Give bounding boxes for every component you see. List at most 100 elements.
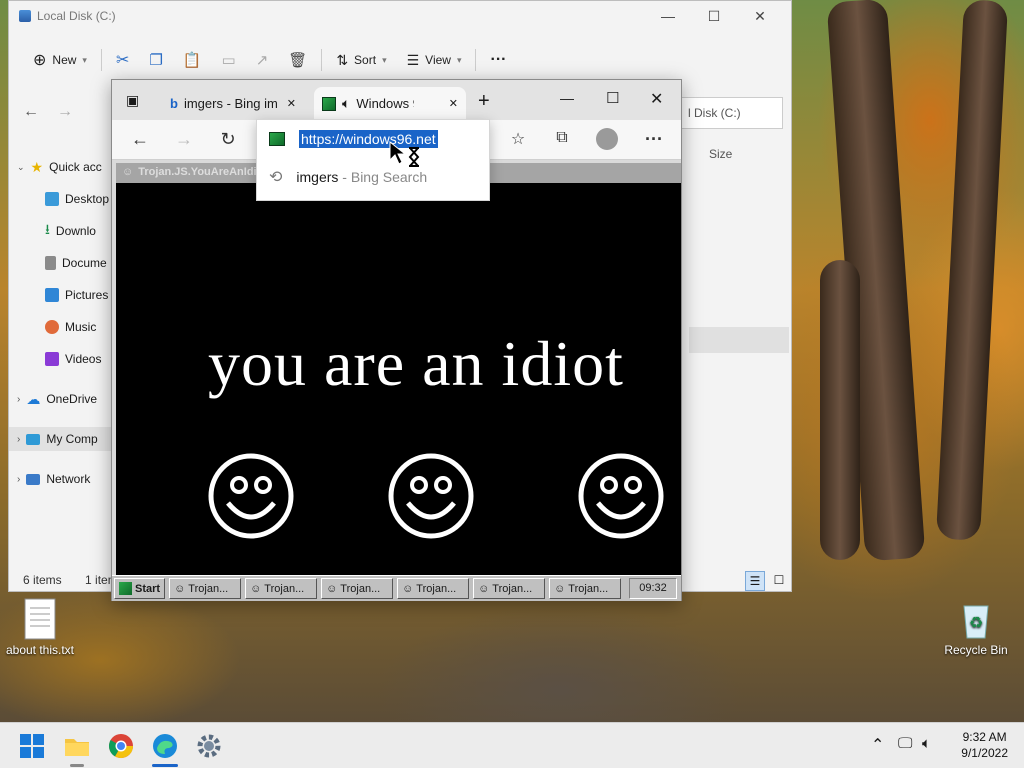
pictures-icon [45, 288, 59, 302]
close-tab-icon[interactable]: ✕ [449, 97, 458, 110]
suggestion-suffix: - Bing Search [338, 169, 428, 185]
win96-task-button[interactable]: ☺ Trojan... [169, 578, 242, 599]
forward-arrow-icon[interactable]: → [57, 103, 73, 121]
taskbar-date: 9/1/2022 [961, 746, 1008, 760]
chevron-down-icon: ⌄ [17, 161, 25, 172]
sidebar-item-network[interactable]: › Network [17, 467, 113, 491]
maximize-button[interactable]: ☐ [606, 89, 619, 107]
videos-icon [45, 352, 59, 366]
minimize-button[interactable]: — [560, 90, 574, 106]
forward-arrow-icon[interactable]: → [172, 129, 196, 150]
tab-actions-icon[interactable]: ▣ [126, 92, 139, 109]
rename-button[interactable]: ▭ [216, 45, 242, 75]
history-icon: ⟲ [269, 169, 283, 186]
windows-start-icon[interactable] [18, 732, 46, 760]
share-button[interactable]: ↗ [250, 45, 275, 75]
explorer-command-bar: ⊕ New ▾ ✂ ❐ 📋 ▭ ↗ 🗑 ⇅ Sort ▾ ☰ View ▾ ··· [9, 41, 791, 79]
windows96-logo-icon [119, 582, 132, 595]
explorer-window-controls: — ☐ ✕ [645, 5, 783, 27]
explorer-address-bar[interactable]: l Disk (C:) [679, 97, 783, 129]
cloud-icon: ☁ [26, 390, 41, 407]
share-icon: ↗ [255, 52, 269, 69]
win96-task-button[interactable]: ☺ Trojan... [549, 578, 622, 599]
ellipsis-icon: ··· [490, 51, 507, 68]
sidebar-item-videos[interactable]: Videos [45, 347, 111, 371]
refresh-icon[interactable]: ↻ [216, 129, 240, 150]
address-suggestions-dropdown: https://windows96.net ⟲ imgers - Bing Se… [256, 119, 490, 201]
back-arrow-icon[interactable]: ← [23, 103, 39, 121]
sidebar-item-quick-access[interactable]: ⌄ ★ Quick acc [17, 155, 113, 179]
chrome-icon[interactable] [107, 732, 135, 760]
close-tab-icon[interactable]: ✕ [287, 97, 296, 110]
desktop-icon-label: Recycle Bin [944, 643, 1008, 657]
mouse-cursor-icon [389, 140, 420, 167]
sidebar-item-documents[interactable]: Docume [45, 251, 111, 275]
win96-task-button[interactable]: ☺ Trojan... [473, 578, 546, 599]
windows96-logo-icon [322, 96, 336, 111]
sidebar-item-my-computer[interactable]: › My Comp [9, 427, 111, 451]
sidebar-item-pictures[interactable]: Pictures [45, 283, 111, 307]
network-status-icon[interactable]: 🖵 [898, 735, 912, 752]
tiles-view-button[interactable]: ☐ [769, 571, 789, 591]
speaker-icon[interactable]: 🔈︎ [342, 95, 350, 112]
computer-icon [26, 433, 41, 445]
chevron-down-icon: ▾ [456, 54, 462, 65]
more-options-button[interactable]: ··· [484, 45, 512, 75]
sort-icon: ⇅ [336, 51, 349, 68]
win96-window-title: Trojan.JS.YouAreAnIdiot [138, 166, 267, 178]
edge-icon[interactable] [151, 732, 179, 760]
copy-icon: ❐ [149, 52, 163, 69]
favorites-icon[interactable]: ☆ [506, 129, 530, 149]
win96-message: you are an idiot [208, 328, 624, 399]
document-icon [45, 256, 56, 270]
details-view-button[interactable]: ☰ [745, 571, 765, 591]
clock-area[interactable]: 9:32 AM 9/1/2022 [961, 729, 1008, 761]
win96-task-button[interactable]: ☺ Trojan... [397, 578, 470, 599]
close-button[interactable]: ✕ [737, 5, 783, 27]
win96-task-button[interactable]: ☺ Trojan... [245, 578, 318, 599]
sort-button[interactable]: ⇅ Sort ▾ [330, 45, 392, 75]
view-button[interactable]: ☰ View ▾ [401, 45, 468, 75]
column-header-size[interactable]: Size [709, 147, 732, 161]
delete-button[interactable]: 🗑 [282, 45, 313, 75]
back-arrow-icon[interactable]: ← [128, 129, 152, 150]
sidebar-item-music[interactable]: Music [45, 315, 111, 339]
text-file-icon [24, 598, 56, 640]
smiley-icon: ☺ [326, 582, 338, 595]
sidebar-item-onedrive[interactable]: › ☁ OneDrive [17, 387, 113, 411]
maximize-button[interactable]: ☐ [691, 5, 737, 27]
chevron-down-icon: ▾ [82, 54, 87, 65]
new-button[interactable]: ⊕ New ▾ [27, 45, 93, 75]
sidebar-item-desktop[interactable]: Desktop [45, 187, 111, 211]
suggestion-history[interactable]: ⟲ imgers - Bing Search [269, 167, 427, 187]
bing-logo-icon: b [170, 96, 178, 111]
paste-button[interactable]: 📋 [177, 45, 208, 75]
chevron-right-icon: › [17, 473, 21, 485]
show-hidden-icons-chevron-icon[interactable]: ⌃ [871, 735, 884, 755]
tab-bing-search[interactable]: b imgers - Bing im ✕ [162, 87, 304, 120]
file-explorer-icon[interactable] [63, 732, 91, 760]
desktop-icon-about-txt[interactable]: about this.txt [2, 598, 78, 657]
taskbar-time: 9:32 AM [962, 730, 1007, 744]
smiley-face-icon [208, 453, 294, 539]
close-button[interactable]: ✕ [650, 89, 663, 109]
win96-start-button[interactable]: Start [114, 578, 166, 599]
copy-button[interactable]: ❐ [143, 45, 168, 75]
suggestion-query: imgers [296, 169, 339, 185]
drive-icon [19, 10, 31, 22]
collections-icon[interactable]: ⧉ [550, 129, 574, 147]
tab-windows96[interactable]: 🔈︎ Windows 9( ✕ [314, 87, 466, 120]
profile-avatar[interactable] [596, 128, 618, 150]
cut-button[interactable]: ✂ [110, 45, 135, 75]
minimize-button[interactable]: — [645, 5, 691, 27]
win96-task-button[interactable]: ☺ Trojan... [321, 578, 394, 599]
selected-file-row[interactable] [689, 327, 789, 353]
smiley-icon: ☺ [478, 582, 490, 595]
new-tab-button[interactable]: + [478, 90, 490, 113]
sidebar-item-downloads[interactable]: ⭳ Downlo [45, 219, 111, 243]
settings-more-icon[interactable]: ··· [642, 129, 666, 150]
desktop-icon-recycle-bin[interactable]: ♻ Recycle Bin [940, 600, 1012, 657]
settings-gear-icon[interactable] [195, 732, 223, 760]
volume-icon[interactable]: 🔈︎ [922, 735, 931, 752]
smiley-icon: ☺ [402, 582, 414, 595]
